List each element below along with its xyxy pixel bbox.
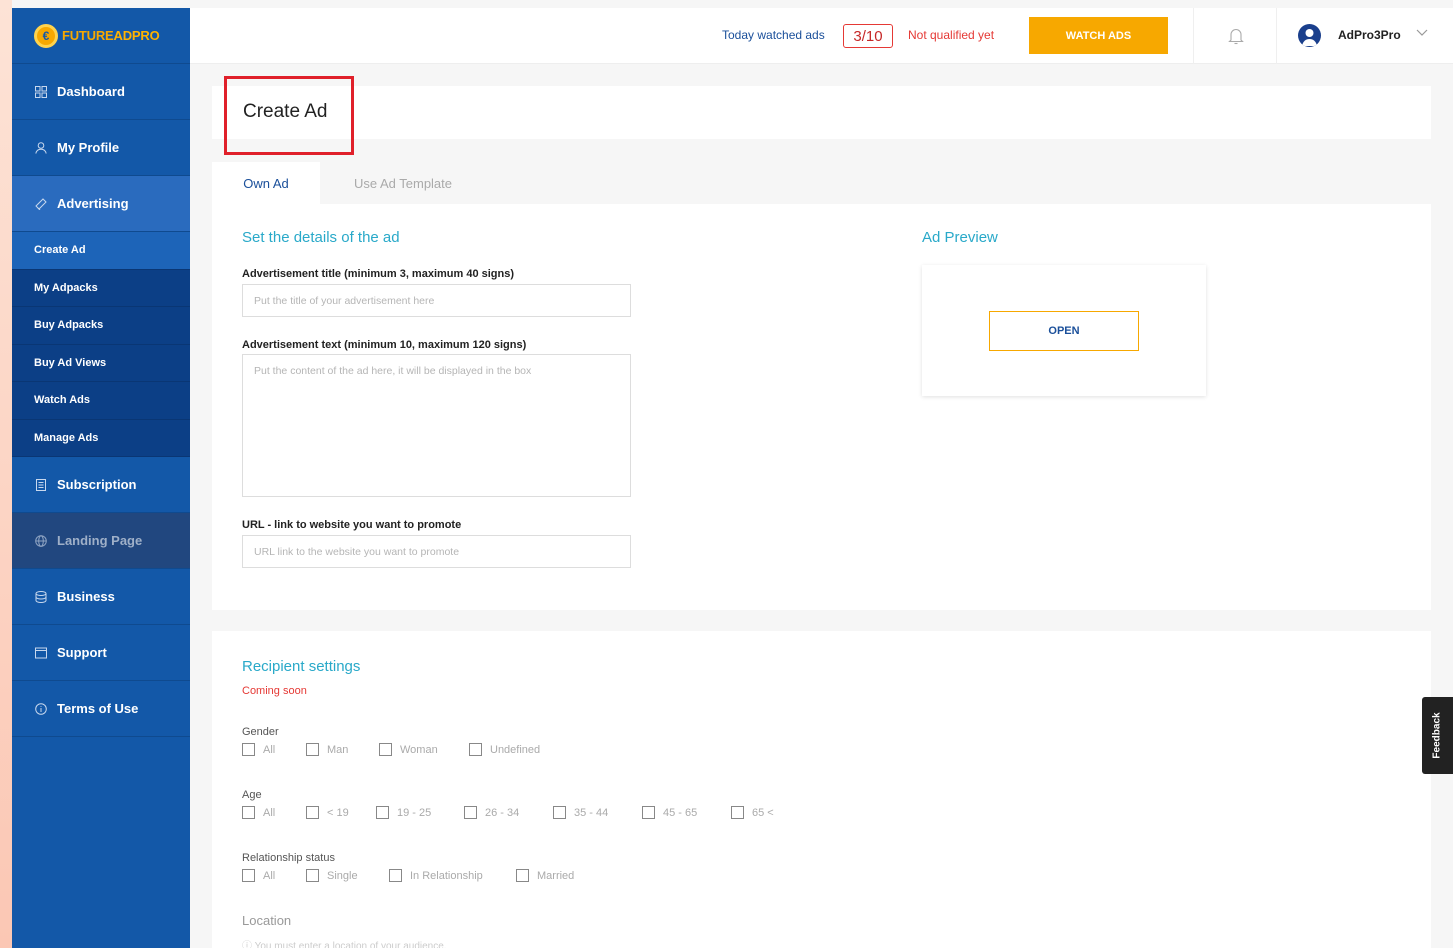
url-field-label: URL - link to website you want to promot… [242,519,462,531]
database-icon [34,590,48,604]
gender-options: All Man Woman Undefined [242,743,540,756]
coming-soon-note: Coming soon [242,685,307,697]
relationship-options: All Single In Relationship Married [242,869,574,882]
highlight-box [224,76,354,155]
sidebar-item-label: My Profile [57,140,120,155]
sidebar-item-subscription[interactable]: Subscription [12,457,190,513]
relationship-single-checkbox[interactable]: Single [306,869,389,882]
avatar[interactable] [1298,24,1321,47]
bell-icon[interactable] [1228,27,1244,50]
sidebar-item-label: Subscription [57,477,137,492]
window-icon [34,646,48,660]
grid-icon [34,85,48,99]
sidebar-item-label: Dashboard [57,84,125,99]
sidebar-item-support[interactable]: Support [12,625,190,681]
relationship-married-checkbox[interactable]: Married [516,869,574,882]
title-card [212,86,1431,139]
gender-man-checkbox[interactable]: Man [306,743,379,756]
details-heading: Set the details of the ad [242,229,400,246]
gender-label: Gender [242,726,279,738]
username[interactable]: AdPro3Pro [1338,28,1401,42]
age-45-65-checkbox[interactable]: 45 - 65 [642,806,731,819]
text-field-label: Advertisement text (minimum 10, maximum … [242,339,527,351]
sidebar-subitem-my-adpacks[interactable]: My Adpacks [12,269,190,307]
sidebar-subitem-buy-ad-views[interactable]: Buy Ad Views [12,344,190,382]
location-note: ⓘ You must enter a location of your audi… [242,941,447,948]
gender-woman-checkbox[interactable]: Woman [379,743,469,756]
age-label: Age [242,789,262,801]
age-19-25-checkbox[interactable]: 19 - 25 [376,806,464,819]
sidebar-item-business[interactable]: Business [12,569,190,625]
recipient-settings-card [212,631,1431,948]
url-input[interactable] [242,535,631,568]
sidebar-subitem-watch-ads[interactable]: Watch Ads [12,382,190,420]
sidebar-item-landing-page[interactable]: Landing Page [12,513,190,569]
age-options: All < 19 19 - 25 26 - 34 35 - 44 45 - 65… [242,806,774,819]
info-icon [34,702,48,716]
sidebar-item-dashboard[interactable]: Dashboard [12,64,190,120]
sidebar-subitem-create-ad[interactable]: Create Ad [12,232,190,270]
sidebar-item-terms-of-use[interactable]: Terms of Use [12,681,190,737]
tab-own-ad[interactable]: Own Ad [212,162,320,204]
top-bar: Today watched ads 3/10 Not qualified yet… [190,8,1453,64]
relationship-in-relationship-checkbox[interactable]: In Relationship [389,869,516,882]
title-field-label: Advertisement title (minimum 3, maximum … [242,268,515,280]
divider [1193,8,1194,64]
age-all-checkbox[interactable]: All [242,806,306,819]
sidebar-subitem-buy-adpacks[interactable]: Buy Adpacks [12,307,190,345]
relationship-all-checkbox[interactable]: All [242,869,306,882]
preview-heading: Ad Preview [922,229,998,246]
sidebar-item-label: Support [57,645,107,660]
age-over-65-checkbox[interactable]: 65 < [731,806,774,819]
watched-ads-label: Today watched ads [722,28,825,42]
user-icon [34,141,48,155]
qualification-status: Not qualified yet [908,28,995,42]
feedback-tab[interactable]: Feedback [1422,697,1453,774]
document-icon [34,478,48,492]
open-button[interactable]: OPEN [989,311,1139,351]
sidebar-item-label: Landing Page [57,533,143,548]
location-label: Location [242,913,292,928]
sidebar-item-label: Advertising [57,196,129,211]
logo-coin-icon: € [34,23,58,48]
megaphone-icon [34,197,48,211]
sidebar-item-label: Terms of Use [57,701,139,716]
globe-icon [34,534,48,548]
chevron-down-icon[interactable] [1416,26,1428,40]
sidebar-subitem-manage-ads[interactable]: Manage Ads [12,419,190,457]
divider [1276,8,1277,64]
left-edge-strip [0,0,12,948]
sidebar-item-label: Business [57,589,115,604]
logo[interactable]: € FUTUREADPRO [12,8,190,64]
ad-text-input[interactable] [242,354,631,497]
age-under-19-checkbox[interactable]: < 19 [306,806,376,819]
watched-ads-counter: 3/10 [843,24,893,48]
recipient-heading: Recipient settings [242,658,361,675]
relationship-label: Relationship status [242,852,335,864]
age-26-34-checkbox[interactable]: 26 - 34 [464,806,553,819]
ad-title-input[interactable] [242,284,631,317]
sidebar-item-my-profile[interactable]: My Profile [12,120,190,176]
sidebar-item-advertising[interactable]: Advertising [12,176,190,232]
age-35-44-checkbox[interactable]: 35 - 44 [553,806,642,819]
tab-use-ad-template[interactable]: Use Ad Template [328,162,478,204]
watch-ads-button[interactable]: WATCH ADS [1029,17,1168,54]
sidebar: € FUTUREADPRO Dashboard My Profile Adver… [12,8,190,948]
gender-undefined-checkbox[interactable]: Undefined [469,743,540,756]
gender-all-checkbox[interactable]: All [242,743,306,756]
